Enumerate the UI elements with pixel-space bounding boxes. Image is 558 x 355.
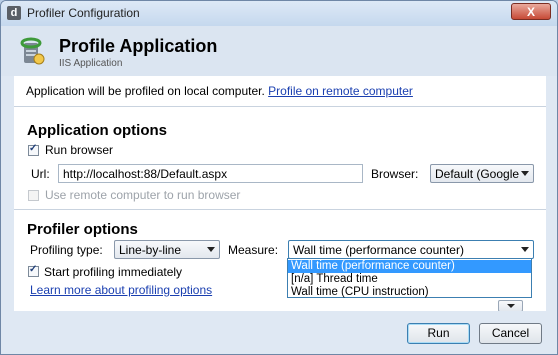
window-title: Profiler Configuration xyxy=(27,6,140,20)
close-button[interactable]: X xyxy=(511,3,551,20)
measure-select[interactable]: Wall time (performance counter) xyxy=(288,240,534,259)
start-immediately-label: Start profiling immediately xyxy=(44,265,183,279)
page-title: Profile Application xyxy=(59,36,218,56)
remote-computer-label: Use remote computer to run browser xyxy=(45,188,241,202)
measure-value: Wall time (performance counter) xyxy=(293,243,464,257)
divider xyxy=(14,106,546,107)
measure-option[interactable]: Wall time (performance counter) xyxy=(288,260,531,273)
browser-label: Browser: xyxy=(371,167,419,181)
measure-option[interactable]: [n/a] Thread time xyxy=(288,273,531,286)
start-immediately-checkbox[interactable] xyxy=(28,264,39,277)
run-button[interactable]: Run xyxy=(407,323,470,344)
chevron-down-icon xyxy=(207,247,215,252)
learn-more-link[interactable]: Learn more about profiling options xyxy=(30,283,212,297)
measure-option[interactable]: Wall time (CPU instruction) xyxy=(288,286,531,299)
browser-select[interactable]: Default (Google xyxy=(430,164,534,183)
measure-label: Measure: xyxy=(228,243,279,257)
chevron-down-icon xyxy=(521,247,529,252)
url-label: Url: xyxy=(31,167,50,181)
profiler-configuration-window: d Profiler Configuration X Profile Appli… xyxy=(0,0,558,355)
info-text: Application will be profiled on local co… xyxy=(26,84,265,98)
profiling-type-select[interactable]: Line-by-line xyxy=(114,240,220,259)
header-banner: Profile Application IIS Application xyxy=(1,26,557,76)
cancel-button[interactable]: Cancel xyxy=(479,323,542,344)
measure-dropdown-list: Wall time (performance counter) [n/a] Th… xyxy=(287,258,532,298)
profiling-type-value: Line-by-line xyxy=(119,243,182,257)
app-icon: d xyxy=(7,6,21,20)
profiling-type-label: Profiling type: xyxy=(30,243,103,257)
browser-select-value: Default (Google xyxy=(435,167,520,181)
url-input[interactable]: http://localhost:88/Default.aspx xyxy=(58,164,363,183)
profile-remote-link[interactable]: Profile on remote computer xyxy=(268,84,413,98)
footer: Run Cancel xyxy=(1,311,557,354)
chevron-down-icon xyxy=(521,171,529,176)
title-bar[interactable]: d Profiler Configuration X xyxy=(1,1,557,26)
remote-computer-checkbox[interactable] xyxy=(28,190,39,201)
page-subtitle: IIS Application xyxy=(59,58,123,69)
divider xyxy=(14,209,546,210)
iis-application-icon xyxy=(20,37,45,65)
info-line: Application will be profiled on local co… xyxy=(26,84,413,98)
profiler-options-title: Profiler options xyxy=(27,221,138,238)
run-browser-label: Run browser xyxy=(45,143,114,157)
application-options-title: Application options xyxy=(27,122,167,139)
run-browser-checkbox[interactable] xyxy=(28,143,39,156)
